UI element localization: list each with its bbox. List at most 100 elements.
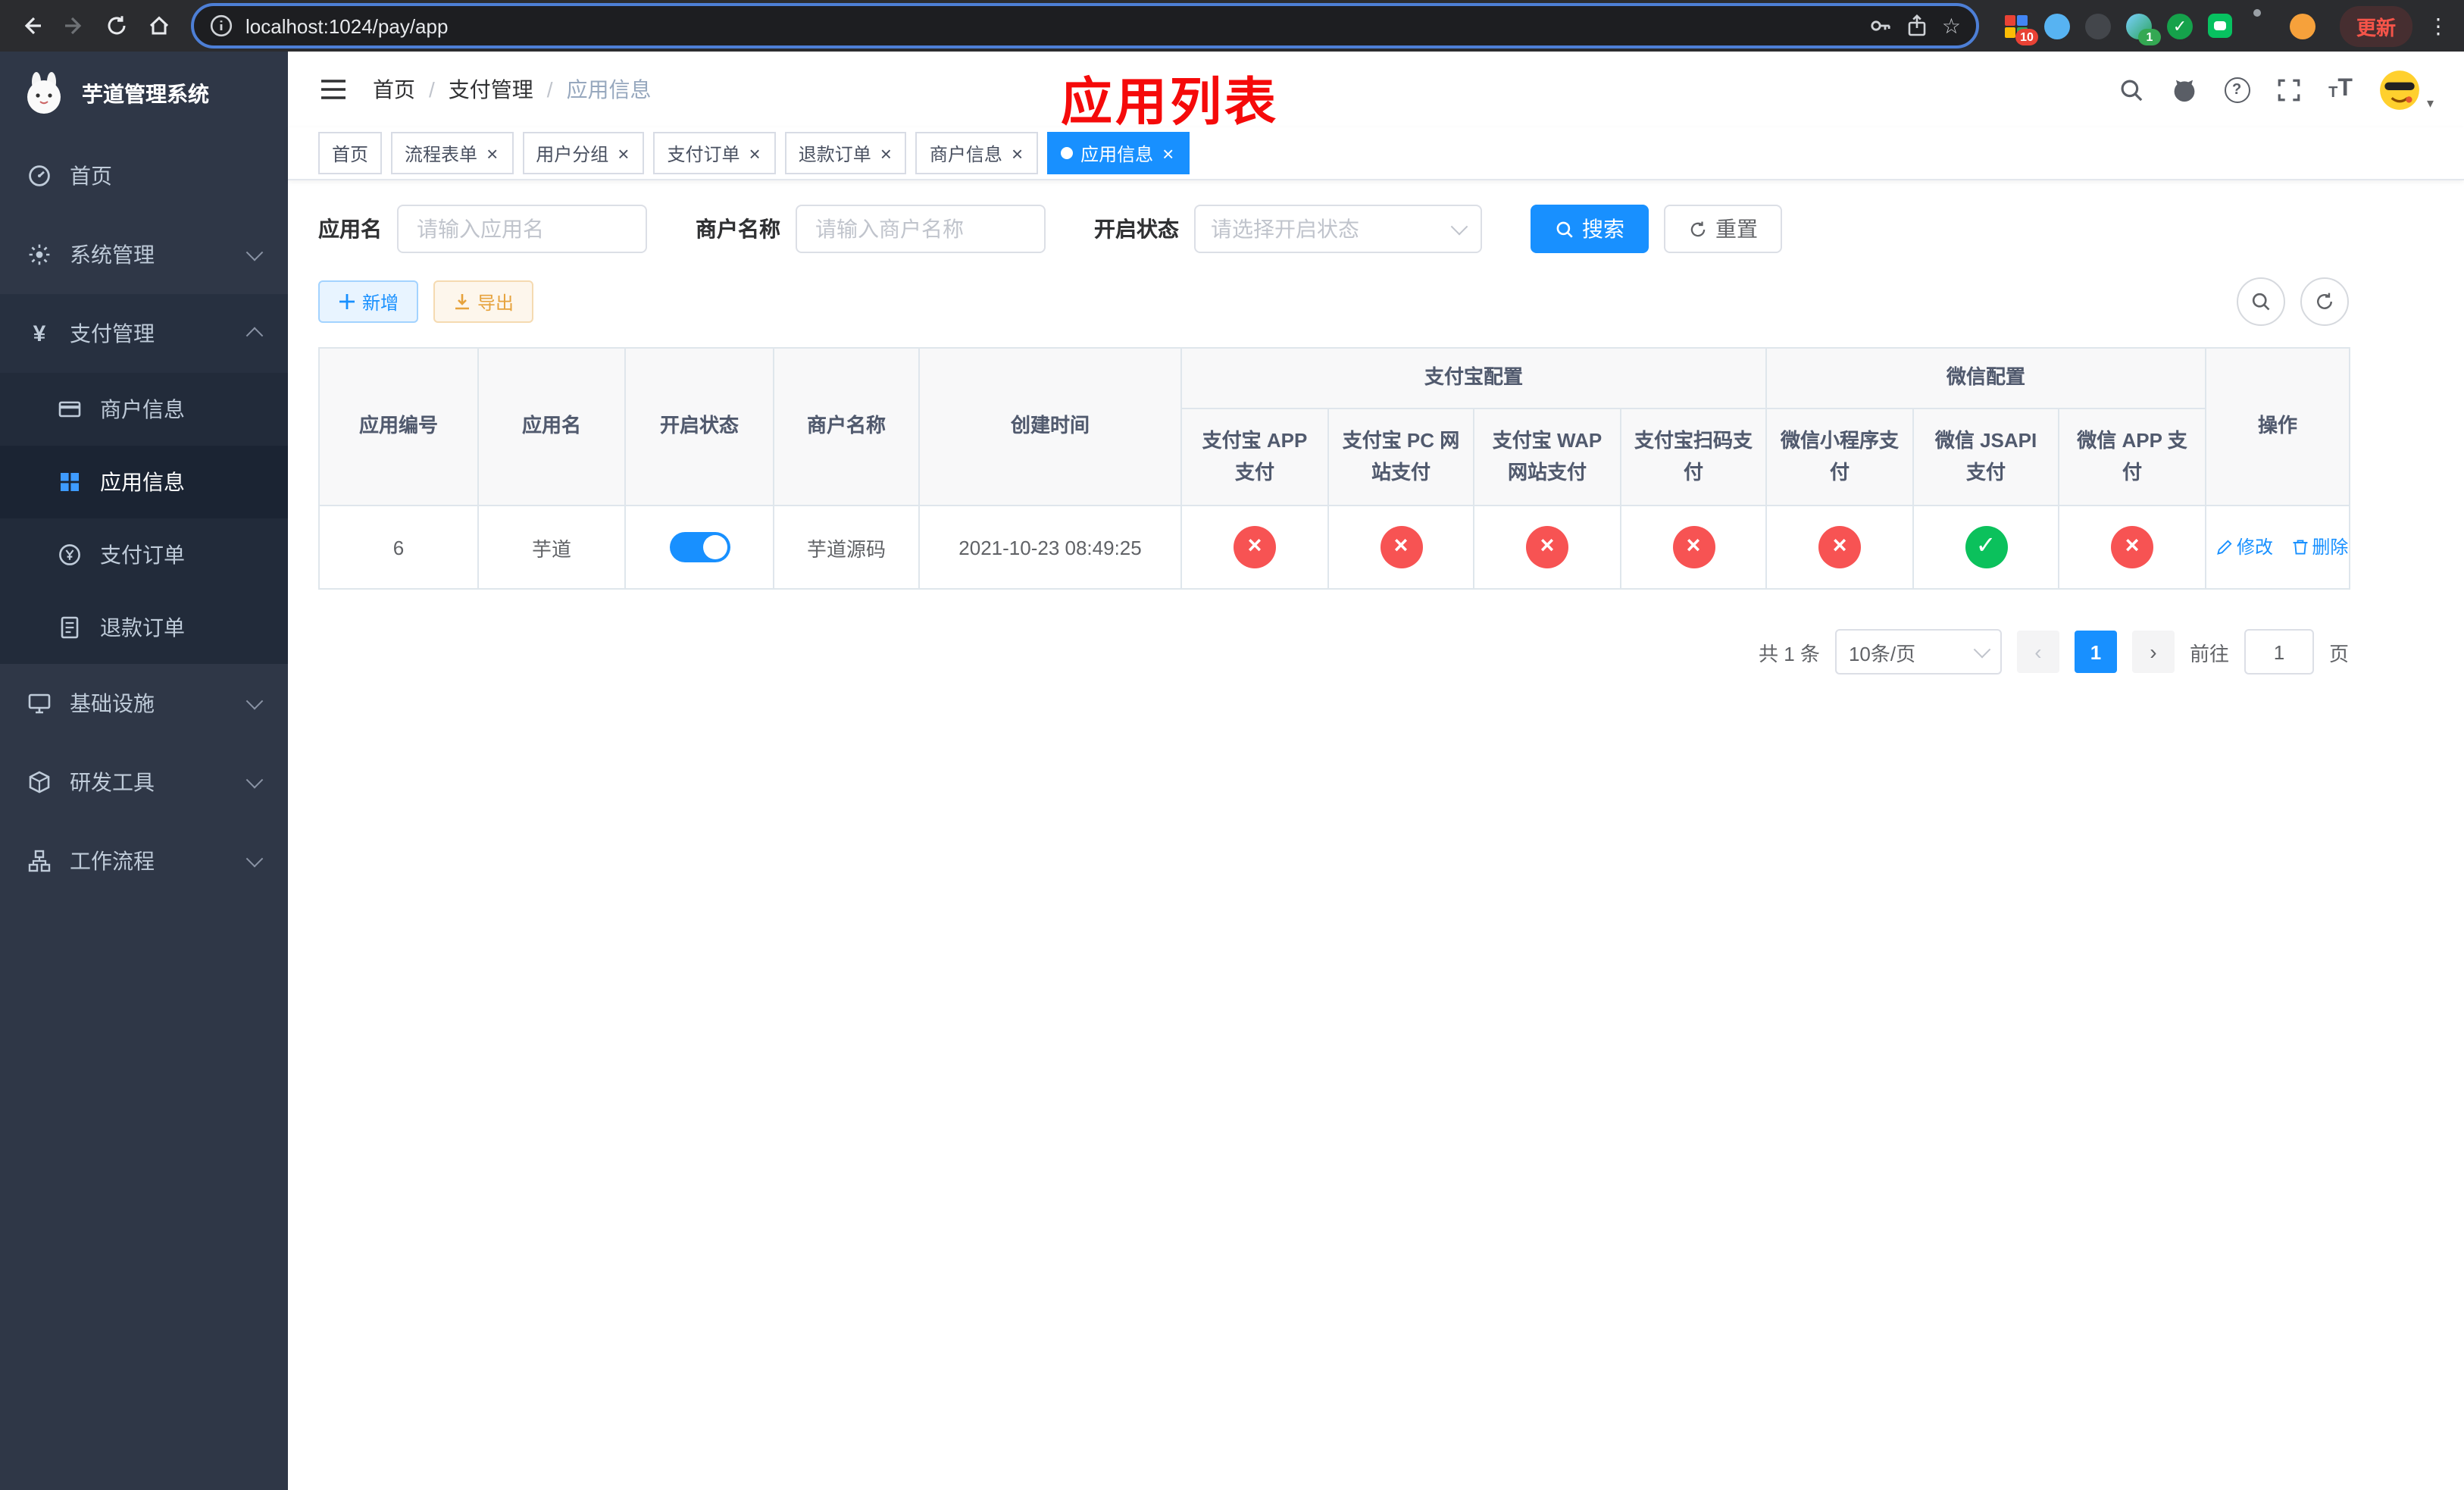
col-wechat-jsapi: 微信 JSAPI 支付 (1912, 408, 2060, 506)
pagination: 共 1 条 10条/页 ‹ 1 › 前往 页 (318, 629, 2349, 675)
tab-user-group[interactable]: 用户分组 × (522, 132, 645, 174)
sidebar-item-workflow[interactable]: 工作流程 (0, 822, 288, 900)
extension-grid-icon[interactable]: 10 (2003, 13, 2038, 45)
sidebar-item-label: 首页 (70, 164, 112, 188)
refresh-button[interactable] (2300, 277, 2349, 326)
extension-badge: 10 (2015, 28, 2038, 45)
page-size-select[interactable]: 10条/页 (1834, 629, 2002, 675)
status-select[interactable]: 请选择开启状态 (1194, 205, 1482, 253)
tab-refund-order[interactable]: 退款订单 × (784, 132, 907, 174)
bookmark-star-icon[interactable]: ☆ (1942, 15, 1961, 36)
reset-button[interactable]: 重置 (1664, 205, 1782, 253)
extensions-puzzle-icon[interactable] (2249, 13, 2275, 39)
breadcrumb-home[interactable]: 首页 (373, 74, 415, 105)
edit-link[interactable]: 修改 (2215, 534, 2273, 560)
next-page-button[interactable]: › (2131, 631, 2175, 673)
breadcrumb-payment[interactable]: 支付管理 (449, 74, 533, 105)
hamburger-icon[interactable] (318, 74, 349, 105)
tab-merchant-info[interactable]: 商户信息 × (915, 132, 1039, 174)
delete-link[interactable]: 删除 (2290, 534, 2348, 560)
profile-badge: 1 (2137, 28, 2161, 45)
navbar-actions: ? TT ▾ (2118, 67, 2434, 111)
extension-blue-icon[interactable] (2043, 13, 2070, 39)
wechat-app-status-icon: × (2111, 526, 2154, 568)
app-name-input[interactable] (397, 205, 647, 253)
sidebar: 芋道管理系统 首页 系统管理 ¥ 支付管理 商户信息 应用信息 支付订单 退款订… (0, 52, 288, 1490)
page-content: 应用名 商户名称 开启状态 请选择开启状态 (288, 180, 2464, 1490)
prev-page-button[interactable]: ‹ (2016, 631, 2059, 673)
close-icon[interactable]: × (748, 143, 762, 163)
sidebar-item-label: 研发工具 (70, 770, 155, 794)
tab-home[interactable]: 首页 (318, 132, 383, 174)
tab-app-info[interactable]: 应用信息 × (1047, 132, 1190, 174)
yen-icon: ¥ (33, 321, 46, 346)
sidebar-item-pay-order[interactable]: 支付订单 (0, 518, 288, 591)
forward-icon[interactable] (55, 6, 94, 45)
sidebar-item-label: 基础设施 (70, 691, 155, 715)
site-info-icon[interactable] (209, 14, 233, 38)
status-toggle[interactable] (669, 532, 730, 562)
home-icon[interactable] (139, 6, 179, 45)
close-icon[interactable]: × (616, 143, 630, 163)
sidebar-item-label: 支付订单 (100, 543, 185, 567)
col-actions: 操作 (2205, 347, 2351, 506)
flow-icon (27, 849, 52, 873)
add-button[interactable]: 新增 (318, 280, 419, 323)
address-bar[interactable]: localhost:1024/pay/app ☆ (191, 3, 1979, 49)
url-text: localhost:1024/pay/app (245, 14, 449, 37)
col-created-at: 创建时间 (918, 347, 1182, 506)
alipay-pc-status-icon: × (1380, 526, 1422, 568)
search-icon (1556, 221, 1573, 237)
extension-dark-icon[interactable] (2084, 13, 2111, 39)
browser-menu-icon[interactable]: ⋮ (2425, 13, 2452, 39)
refresh-icon (1690, 221, 1706, 236)
sidebar-item-payment[interactable]: ¥ 支付管理 (0, 294, 288, 373)
cube-icon (27, 770, 52, 794)
extension-emoji-icon[interactable] (2289, 13, 2315, 39)
extensions-area: 10 1 ✓ (2003, 13, 2315, 45)
github-icon[interactable] (2171, 76, 2198, 103)
user-avatar[interactable]: ▾ (2378, 67, 2434, 111)
browser-update-button[interactable]: 更新 (2339, 5, 2412, 46)
sidebar-item-infra[interactable]: 基础设施 (0, 664, 288, 743)
goto-page-input[interactable] (2244, 629, 2314, 675)
sidebar-item-refund-order[interactable]: 退款订单 (0, 591, 288, 664)
extension-chat-icon[interactable] (2208, 13, 2234, 39)
logo-avatar (21, 71, 67, 117)
key-icon[interactable] (1869, 14, 1893, 38)
sidebar-item-devtools[interactable]: 研发工具 (0, 743, 288, 822)
reload-icon[interactable] (97, 6, 136, 45)
profile-avatar-icon[interactable]: 1 (2125, 13, 2161, 45)
search-icon[interactable] (2118, 76, 2145, 103)
close-icon[interactable]: × (1010, 143, 1024, 163)
alipay-qr-status-icon: × (1672, 526, 1715, 568)
back-icon[interactable] (12, 6, 52, 45)
toggle-search-button[interactable] (2237, 277, 2285, 326)
page-number-button[interactable]: 1 (2074, 631, 2117, 673)
total-count: 共 1 条 (1759, 642, 1820, 665)
search-button[interactable]: 搜索 (1531, 205, 1649, 253)
share-icon[interactable] (1906, 14, 1930, 38)
extension-green-check-icon[interactable]: ✓ (2166, 13, 2193, 39)
close-icon[interactable]: × (879, 143, 893, 163)
tab-pay-order[interactable]: 支付订单 × (653, 132, 776, 174)
page-annotation-title: 应用列表 (1061, 74, 1279, 132)
export-button[interactable]: 导出 (433, 280, 534, 323)
chevron-down-icon (245, 243, 264, 261)
fullscreen-icon[interactable] (2275, 76, 2303, 103)
sidebar-item-app-info[interactable]: 应用信息 (0, 446, 288, 518)
close-icon[interactable]: × (485, 143, 499, 163)
sidebar-item-home[interactable]: 首页 (0, 136, 288, 215)
help-icon[interactable]: ? (2224, 77, 2250, 102)
chevron-down-icon (1450, 218, 1468, 236)
sidebar-item-system[interactable]: 系统管理 (0, 215, 288, 294)
alipay-app-status-icon: × (1234, 526, 1276, 568)
coin-icon (58, 543, 82, 567)
tab-process-form[interactable]: 流程表单 × (391, 132, 514, 174)
merchant-name-input[interactable] (796, 205, 1046, 253)
app-logo[interactable]: 芋道管理系统 (0, 52, 288, 136)
sidebar-item-merchant-info[interactable]: 商户信息 (0, 373, 288, 446)
sidebar-menu: 首页 系统管理 ¥ 支付管理 商户信息 应用信息 支付订单 退款订单 基础设施 … (0, 136, 288, 900)
close-icon[interactable]: × (1161, 143, 1175, 163)
font-size-icon[interactable]: TT (2328, 77, 2353, 102)
